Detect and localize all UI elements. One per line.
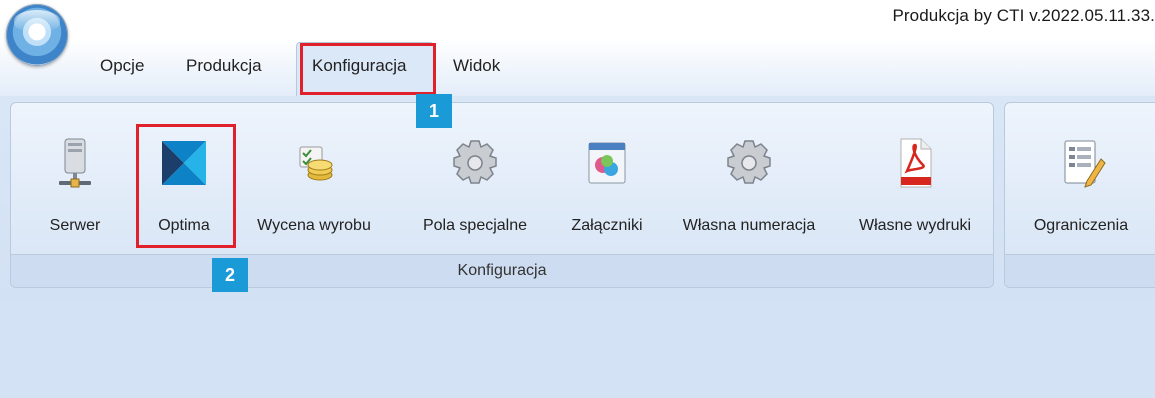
pola-specjalne-label: Pola specjalne (422, 217, 528, 234)
ograniczenia-button[interactable]: Ograniczenia (1015, 131, 1147, 251)
window-title: Produkcja by CTI v.2022.05.11.33. (892, 6, 1155, 25)
pola-specjalne-button[interactable]: Pola specjalne (409, 131, 541, 251)
attachments-icon (588, 142, 626, 184)
ribbon-group-secondary: Ograniczenia (1004, 102, 1155, 288)
annotation-badge-1: 1 (416, 94, 452, 128)
serwer-label: Serwer (49, 217, 101, 234)
wlasne-wydruki-label: Własne wydruki (858, 217, 972, 234)
wycena-wyrobu-button[interactable]: Wycena wyrobu (251, 131, 377, 251)
gear-icon (453, 140, 497, 184)
tab-produkcja[interactable]: Produkcja (186, 56, 262, 76)
highlight-konfiguracja-tab (300, 43, 436, 95)
wycena-wyrobu-label: Wycena wyrobu (257, 217, 371, 234)
highlight-optima-button (136, 124, 236, 248)
wlasna-numeracja-button[interactable]: Własna numeracja (665, 131, 833, 251)
ograniczenia-label: Ograniczenia (1033, 217, 1129, 234)
group-label-konfiguracja: Konfiguracja (11, 254, 993, 287)
group-label-secondary (1005, 254, 1155, 287)
valuation-coins-icon (299, 146, 333, 181)
pdf-icon (900, 138, 932, 188)
wlasne-wydruki-button[interactable]: Własne wydruki (841, 131, 989, 251)
tab-opcje[interactable]: Opcje (100, 56, 144, 76)
tab-widok[interactable]: Widok (453, 56, 500, 76)
annotation-badge-2: 2 (212, 258, 248, 292)
server-icon (59, 138, 91, 188)
wlasna-numeracja-label: Własna numeracja (682, 217, 816, 234)
gear-icon (727, 140, 771, 184)
app-orb-icon[interactable] (6, 4, 68, 66)
zalaczniki-label: Załączniki (571, 217, 643, 234)
menu-bar: Opcje Produkcja Konfiguracja Widok (0, 38, 1155, 99)
workspace-area (0, 300, 1155, 398)
zalaczniki-button[interactable]: Załączniki (559, 131, 655, 251)
serwer-button[interactable]: Serwer (35, 131, 115, 251)
restrictions-document-icon (1064, 140, 1106, 188)
